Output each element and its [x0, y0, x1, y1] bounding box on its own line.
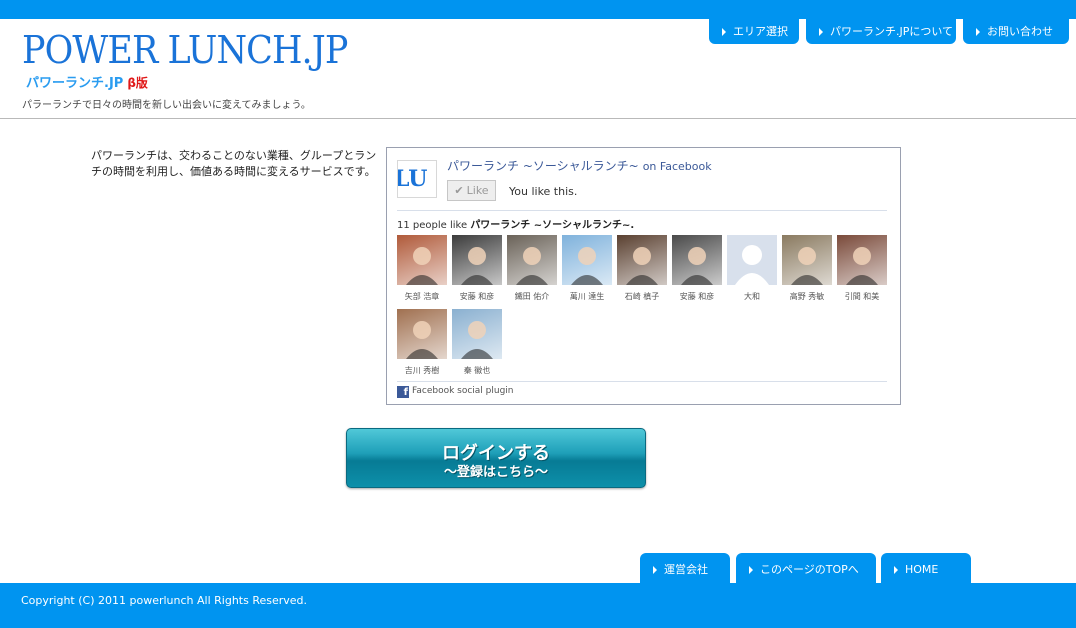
- fan-name[interactable]: 秦 徽也: [447, 365, 507, 376]
- intro-text: パワーランチは、交わることのない業種、グループとランチの時間を利用し、価値ある時…: [91, 149, 377, 178]
- fan-avatar[interactable]: [397, 235, 447, 285]
- footer-bar: Copyright (C) 2011 powerlunch All Rights…: [0, 583, 1076, 628]
- facebook-page-name[interactable]: パワーランチ ~ソーシャルランチ~: [447, 159, 639, 173]
- facebook-icon: f: [397, 386, 409, 398]
- fan-face[interactable]: 石崎 槙子: [617, 235, 667, 303]
- copyright: Copyright (C) 2011 powerlunch All Rights…: [21, 594, 308, 607]
- facebook-like-box: LU パワーランチ ~ソーシャルランチ~ on Facebook ✔ Like Yo…: [386, 147, 901, 405]
- footer-nav-home-label: HOME: [905, 563, 939, 576]
- beta-badge: β版: [127, 76, 148, 90]
- fan-name[interactable]: 高野 秀敏: [777, 291, 837, 302]
- arrow-right-icon: [894, 566, 898, 574]
- fan-name[interactable]: 石崎 槙子: [612, 291, 672, 302]
- fan-avatar[interactable]: [452, 309, 502, 359]
- arrow-right-icon: [749, 566, 753, 574]
- site-logo[interactable]: POWER LUNCH.JP パワーランチ.JP β版: [22, 28, 348, 91]
- fan-name[interactable]: 大和: [722, 291, 782, 302]
- login-button[interactable]: ログインする ～登録はこちら～: [346, 428, 646, 488]
- nav-contact-label: お問い合わせ: [987, 25, 1053, 38]
- footer-nav-page-top-label: このページのTOPへ: [760, 563, 859, 576]
- fan-face[interactable]: 大和: [727, 235, 777, 303]
- on-facebook-link[interactable]: on Facebook: [643, 160, 712, 173]
- like-count-page: パワーランチ ~ソーシャルランチ~.: [470, 220, 635, 231]
- logo-sub-text: パワーランチ.JP: [26, 76, 124, 91]
- logo-main-text: POWER LUNCH.JP: [22, 28, 348, 72]
- nav-contact[interactable]: お問い合わせ: [963, 19, 1069, 44]
- arrow-right-icon: [819, 28, 823, 36]
- arrow-right-icon: [976, 28, 980, 36]
- like-count-prefix: 11 people like: [397, 220, 468, 231]
- top-bar: [0, 0, 1076, 19]
- fan-face[interactable]: 安藤 和彦: [452, 235, 502, 303]
- fan-avatar[interactable]: [727, 235, 777, 285]
- fan-avatar[interactable]: [397, 309, 447, 359]
- like-count: 11 people like パワーランチ ~ソーシャルランチ~.: [397, 216, 634, 231]
- fan-avatar[interactable]: [617, 235, 667, 285]
- page-logo-thumbnail[interactable]: LU: [397, 160, 437, 198]
- footer-nav-company[interactable]: 運営会社: [640, 553, 730, 583]
- fan-face[interactable]: 萬川 達生: [562, 235, 612, 303]
- fan-face[interactable]: 秦 徽也: [452, 309, 502, 377]
- fan-face[interactable]: 引間 和美: [837, 235, 887, 303]
- like-button[interactable]: ✔ Like: [447, 180, 496, 201]
- facebook-plugin-footer[interactable]: f Facebook social plugin: [397, 386, 514, 398]
- fan-name[interactable]: 矢部 浩章: [392, 291, 452, 302]
- fan-name[interactable]: 鐵田 佑介: [502, 291, 562, 302]
- check-icon: ✔: [454, 184, 464, 197]
- fan-name[interactable]: 萬川 達生: [557, 291, 617, 302]
- fan-name[interactable]: 引間 和美: [832, 291, 892, 302]
- arrow-right-icon: [722, 28, 726, 36]
- plugin-label: Facebook social plugin: [412, 386, 514, 396]
- fan-avatar[interactable]: [672, 235, 722, 285]
- fan-name[interactable]: 吉川 秀樹: [392, 365, 452, 376]
- like-button-label: Like: [466, 184, 489, 197]
- fan-name[interactable]: 安藤 和彦: [447, 291, 507, 302]
- footer-nav-home[interactable]: HOME: [881, 553, 971, 583]
- nav-area-select-label: エリア選択: [733, 25, 788, 38]
- facebook-separator: [397, 210, 887, 211]
- login-button-sublabel: ～登録はこちら～: [443, 465, 548, 480]
- fan-avatar[interactable]: [507, 235, 557, 285]
- footer-nav-page-top[interactable]: このページのTOPへ: [736, 553, 876, 583]
- fan-avatar[interactable]: [837, 235, 887, 285]
- fan-face[interactable]: 吉川 秀樹: [397, 309, 447, 377]
- fan-name[interactable]: 安藤 和彦: [667, 291, 727, 302]
- logo-sub: パワーランチ.JP β版: [26, 72, 148, 91]
- fan-face[interactable]: 鐵田 佑介: [507, 235, 557, 303]
- footer-nav-company-label: 運営会社: [664, 563, 708, 576]
- fan-avatar[interactable]: [452, 235, 502, 285]
- nav-area-select[interactable]: エリア選択: [709, 19, 799, 44]
- fan-face[interactable]: 矢部 浩章: [397, 235, 447, 303]
- fan-face[interactable]: 高野 秀敏: [782, 235, 832, 303]
- nav-about[interactable]: パワーランチ.JPについて: [806, 19, 956, 44]
- header-divider: [0, 118, 1076, 119]
- fan-avatar[interactable]: [562, 235, 612, 285]
- you-like-text: You like this.: [509, 185, 578, 198]
- fan-face[interactable]: 安藤 和彦: [672, 235, 722, 303]
- tagline: パラーランチで日々の時間を新しい出会いに変えてみましょう。: [22, 100, 311, 111]
- facebook-page-title[interactable]: パワーランチ ~ソーシャルランチ~ on Facebook: [447, 157, 712, 174]
- arrow-right-icon: [653, 566, 657, 574]
- facebook-separator: [397, 381, 887, 382]
- nav-about-label: パワーランチ.JPについて: [830, 25, 954, 38]
- fan-avatar[interactable]: [782, 235, 832, 285]
